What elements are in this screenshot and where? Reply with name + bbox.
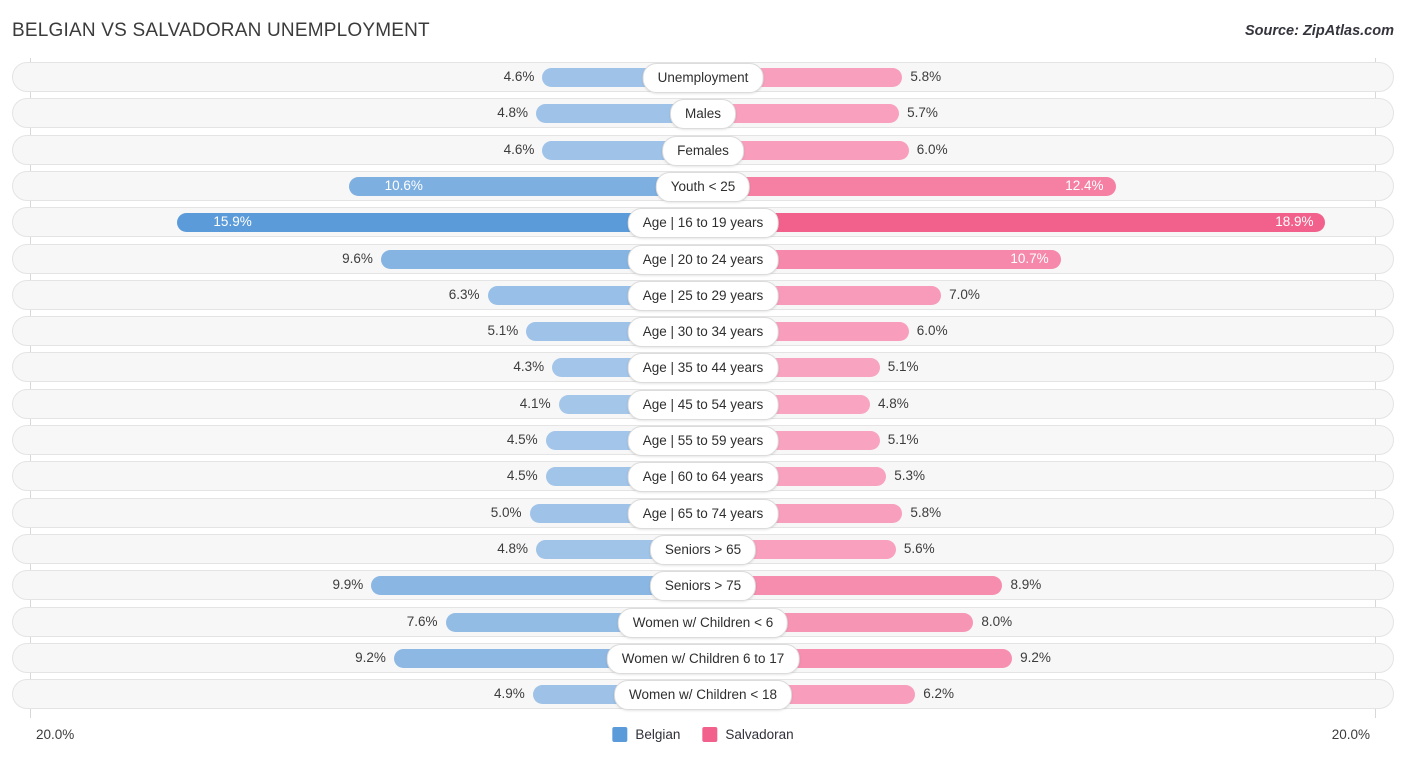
legend-swatch-icon [612, 727, 628, 742]
value-label-belgian: 6.3% [448, 286, 480, 302]
category-label: Women w/ Children 6 to 17 [606, 643, 800, 674]
bar-belgian [177, 213, 691, 233]
chart-row: 4.9% 6.2% Women w/ Children < 18 [12, 679, 1394, 711]
value-label-salvadoran: 4.8% [878, 395, 909, 411]
category-label: Age | 30 to 34 years [627, 317, 779, 348]
legend-item: Salvadoran [702, 727, 794, 742]
chart-row: 4.6% 5.8% Unemployment [12, 62, 1394, 93]
value-label-salvadoran: 5.1% [887, 432, 919, 447]
bar-salvadoran [715, 213, 1326, 233]
category-label: Age | 20 to 24 years [627, 244, 779, 275]
chart-row: 4.8% 5.6% Seniors > 65 [12, 533, 1394, 565]
value-label-belgian: 10.6% [384, 177, 423, 193]
chart-row: 4.6% 6.0% Females [12, 134, 1394, 166]
chart-legend: Belgian Salvadoran [612, 727, 794, 742]
category-label: Age | 16 to 19 years [627, 208, 779, 239]
chart-row: 7.6% 8.0% Women w/ Children < 6 [12, 606, 1394, 638]
legend-label: Salvadoran [725, 727, 794, 742]
axis-label-right: 20.0% [1331, 727, 1370, 742]
value-label-salvadoran: 12.4% [1065, 177, 1104, 193]
value-label-salvadoran: 5.8% [910, 504, 942, 520]
value-label-belgian: 9.2% [355, 649, 386, 665]
chart-row: 4.8% 5.7% Males [12, 98, 1394, 130]
axis-label-left: 20.0% [36, 727, 75, 742]
value-label-belgian: 5.1% [487, 323, 519, 339]
value-label-belgian: 4.3% [513, 359, 545, 375]
value-label-salvadoran: 10.7% [1010, 250, 1049, 266]
value-label-belgian: 7.6% [406, 613, 438, 629]
category-label: Males [669, 99, 737, 130]
legend-label: Belgian [635, 727, 681, 742]
value-label-belgian: 9.9% [332, 577, 364, 593]
chart-row: 4.1% 4.8% Age | 45 to 54 years [12, 388, 1394, 420]
value-label-belgian: 4.6% [503, 141, 535, 157]
value-label-belgian: 4.8% [497, 105, 528, 121]
value-label-salvadoran: 6.0% [916, 141, 948, 157]
value-label-salvadoran: 6.2% [923, 686, 955, 702]
category-label: Age | 35 to 44 years [627, 353, 779, 384]
category-label: Unemployment [642, 63, 764, 93]
bar-salvadoran [715, 176, 1116, 196]
category-label: Age | 25 to 29 years [627, 280, 779, 311]
value-label-belgian: 4.9% [493, 686, 525, 702]
value-label-belgian: 9.6% [342, 250, 373, 266]
chart-header: BELGIAN VS SALVADORAN UNEMPLOYMENT Sourc… [0, 0, 1406, 58]
category-label: Age | 60 to 64 years [627, 462, 779, 493]
value-label-salvadoran: 5.1% [887, 359, 919, 375]
chart-footer: 20.0% Belgian Salvadoran 20.0% [0, 718, 1406, 757]
category-label: Seniors > 65 [649, 534, 757, 565]
legend-item: Belgian [612, 727, 680, 742]
value-label-salvadoran: 18.9% [1275, 214, 1314, 230]
category-label: Women w/ Children < 6 [617, 607, 789, 638]
chart-row: 9.9% 8.9% Seniors > 75 [12, 570, 1394, 602]
source-attribution: Source: ZipAtlas.com [1244, 23, 1394, 39]
chart-row: 6.3% 7.0% Age | 25 to 29 years [12, 279, 1394, 311]
bar-salvadoran [715, 104, 900, 124]
chart-row: 4.5% 5.3% Age | 60 to 64 years [12, 461, 1394, 493]
value-label-salvadoran: 9.2% [1020, 649, 1051, 665]
bar-belgian [371, 576, 691, 596]
value-label-belgian: 4.6% [503, 69, 535, 84]
legend-swatch-icon [702, 727, 718, 742]
chart-row: 9.2% 9.2% Women w/ Children 6 to 17 [12, 642, 1394, 674]
chart-row: 4.5% 5.1% Age | 55 to 59 years [12, 425, 1394, 456]
value-label-salvadoran: 5.6% [903, 540, 935, 556]
bar-salvadoran [715, 576, 1003, 596]
value-label-belgian: 4.1% [519, 395, 551, 411]
bar-belgian [535, 104, 691, 124]
category-label: Youth < 25 [655, 171, 751, 202]
bar-salvadoran [715, 140, 909, 160]
chart-row: 10.6% 12.4% Youth < 25 [12, 170, 1394, 202]
value-label-belgian: 4.5% [506, 432, 538, 447]
page-title: BELGIAN VS SALVADORAN UNEMPLOYMENT [12, 20, 430, 41]
category-label: Seniors > 75 [649, 571, 757, 602]
category-label: Age | 65 to 74 years [627, 498, 779, 529]
value-label-salvadoran: 7.0% [949, 286, 980, 302]
category-label: Females [662, 135, 744, 166]
value-label-salvadoran: 5.8% [910, 69, 942, 84]
value-label-salvadoran: 8.0% [981, 613, 1013, 629]
value-label-salvadoran: 5.7% [907, 105, 938, 121]
category-label: Age | 55 to 59 years [627, 426, 779, 456]
value-label-belgian: 15.9% [213, 214, 252, 230]
chart-plot-area: 4.6% 5.8% Unemployment 4.8% 5.7% Males 4.6% 6.0… [0, 58, 1406, 718]
value-label-salvadoran: 5.3% [894, 468, 925, 484]
chart-row: 5.1% 6.0% Age | 30 to 34 years [12, 316, 1394, 348]
category-label: Women w/ Children < 18 [614, 680, 792, 711]
value-label-salvadoran: 6.0% [916, 323, 948, 339]
value-label-belgian: 4.5% [506, 468, 538, 484]
chart-row: 5.0% 5.8% Age | 65 to 74 years [12, 497, 1394, 529]
chart-row: 15.9% 18.9% Age | 16 to 19 years [12, 207, 1394, 239]
chart-row: 9.6% 10.7% Age | 20 to 24 years [12, 243, 1394, 275]
category-label: Age | 45 to 54 years [627, 389, 779, 420]
value-label-belgian: 5.0% [490, 504, 522, 520]
value-label-salvadoran: 8.9% [1010, 577, 1042, 593]
chart-row: 4.3% 5.1% Age | 35 to 44 years [12, 352, 1394, 384]
value-label-belgian: 4.8% [497, 540, 528, 556]
